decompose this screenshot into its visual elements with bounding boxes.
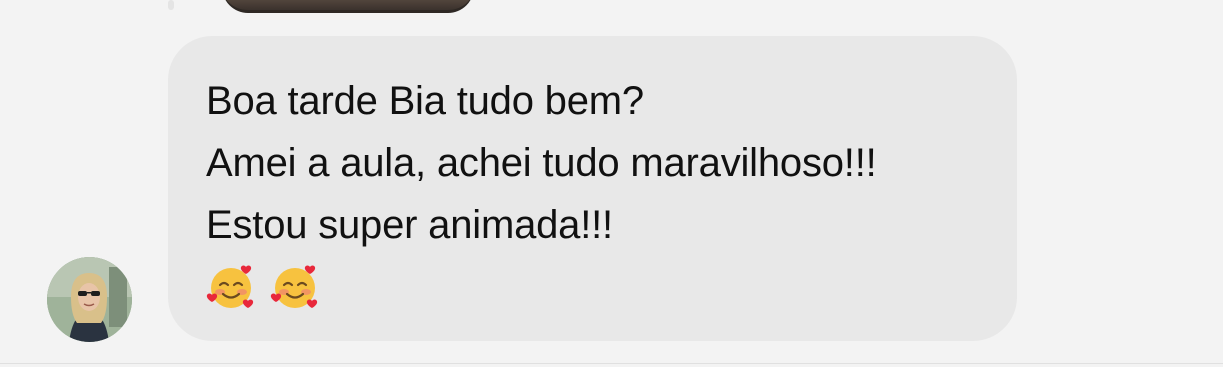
avatar[interactable] <box>47 257 132 342</box>
scroll-indicator <box>168 0 174 10</box>
previous-message-image[interactable] <box>222 0 474 13</box>
message-line: Boa tarde Bia tudo bem? <box>206 79 644 123</box>
message-emoji-line <box>206 258 1017 314</box>
smiling-face-with-hearts-icon <box>206 261 256 311</box>
chat-view: Boa tarde Bia tudo bem? Amei a aula, ach… <box>0 0 1223 367</box>
smiling-face-with-hearts-icon <box>270 261 320 311</box>
divider <box>0 363 1223 364</box>
message-bubble[interactable]: Boa tarde Bia tudo bem? Amei a aula, ach… <box>168 36 1017 341</box>
message-line: Amei a aula, achei tudo maravilhoso!!! <box>206 141 877 185</box>
message-line: Estou super animada!!! <box>206 203 613 247</box>
